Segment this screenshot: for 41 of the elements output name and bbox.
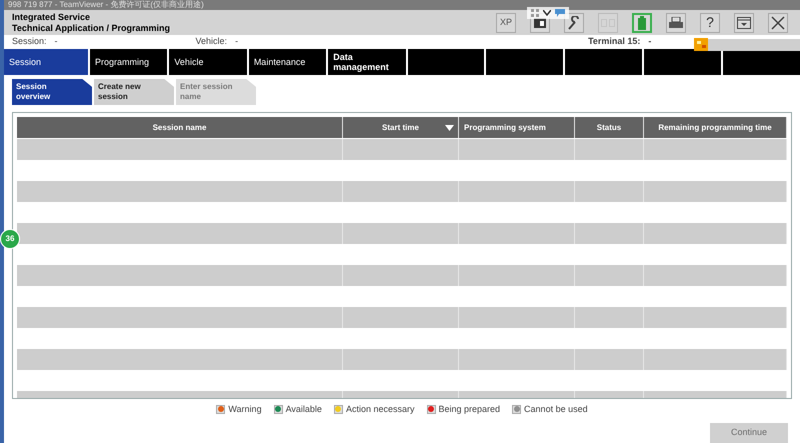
grid-icon — [531, 9, 539, 17]
terminal-label: Terminal 15: — [588, 35, 640, 48]
nav-tab[interactable]: Programming — [90, 49, 168, 76]
legend-label: Action necessary — [346, 402, 414, 416]
nav-tab[interactable]: Data management — [328, 49, 406, 76]
legend-label: Warning — [228, 402, 262, 416]
legend-label: Being prepared — [438, 402, 500, 416]
dropdown-icon — [737, 16, 751, 29]
toolbar-button[interactable] — [734, 12, 754, 33]
sub-tab[interactable]: Create new session — [94, 79, 174, 106]
nav-tab[interactable]: Session — [4, 49, 88, 76]
sort-arrow-icon — [445, 125, 454, 132]
column-header[interactable]: Session name — [17, 117, 343, 138]
battery-icon — [638, 16, 646, 30]
printer-icon — [669, 16, 683, 29]
column-header[interactable]: Remaining programming time — [644, 117, 787, 138]
toolbar-button[interactable]: ? — [700, 12, 720, 33]
sub-tab[interactable]: Session overview — [12, 79, 92, 106]
column-header[interactable]: Programming system — [459, 117, 575, 138]
chat-icon — [555, 9, 565, 17]
app-subtitle: Technical Application / Programming — [12, 22, 170, 34]
close-icon — [771, 16, 785, 30]
column-header[interactable]: Start time — [343, 117, 459, 138]
toolbar-button[interactable] — [564, 12, 584, 33]
toolbar-button[interactable]: XP — [496, 12, 516, 33]
legend-label: Cannot be used — [524, 402, 588, 416]
chevron-icon — [543, 10, 551, 16]
wrench-icon — [567, 16, 581, 30]
nav-tab[interactable]: Maintenance — [248, 49, 326, 76]
toolbar-button[interactable] — [666, 12, 686, 33]
vehicle-value: - — [235, 35, 238, 48]
nav-tab[interactable]: Vehicle — [169, 49, 247, 76]
legend-label: Available — [286, 402, 322, 416]
session-value: - — [54, 35, 58, 48]
app-title: Integrated Service — [12, 12, 92, 23]
window-title: 998 719 877 - TeamViewer - 免费许可证(仅非商业用途) — [7, 0, 204, 10]
toolbar-button[interactable] — [768, 12, 788, 33]
vehicle-label: Vehicle: — [196, 35, 228, 48]
terminal-value: - — [648, 35, 652, 48]
column-header[interactable]: Status — [575, 117, 644, 138]
session-label: Session: — [12, 35, 47, 48]
